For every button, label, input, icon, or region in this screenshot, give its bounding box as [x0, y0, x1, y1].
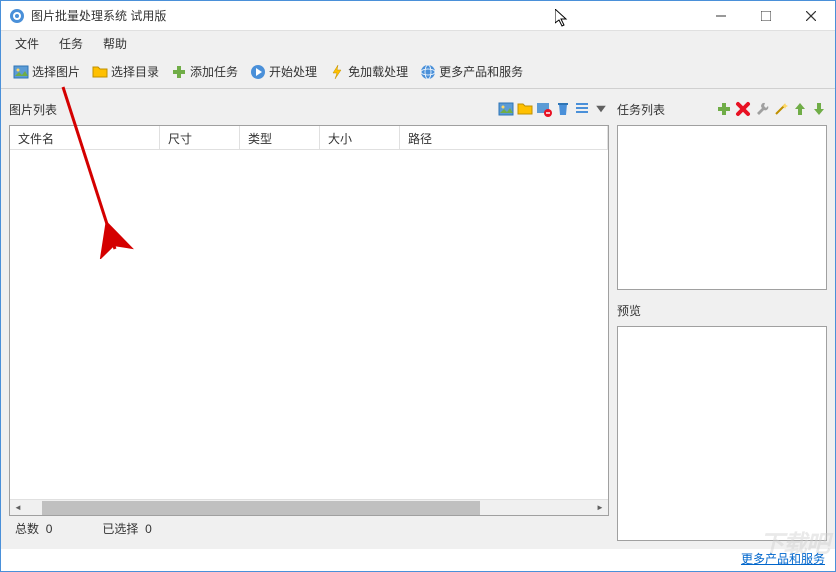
window-title: 图片批量处理系统 试用版 [31, 7, 698, 24]
start-process-button[interactable]: 开始处理 [246, 60, 321, 83]
scroll-left-icon[interactable]: ◄ [10, 500, 26, 516]
select-folder-button[interactable]: 选择目录 [88, 60, 163, 83]
footer-link[interactable]: 更多产品和服务 [741, 550, 825, 567]
close-button[interactable] [788, 2, 833, 30]
more-products-button[interactable]: 更多产品和服务 [416, 60, 527, 83]
arrow-down-icon[interactable] [811, 101, 827, 117]
wrench-icon[interactable] [754, 101, 770, 117]
titlebar: 图片批量处理系统 试用版 [1, 1, 835, 31]
plus-icon [171, 64, 187, 80]
toolbar: 选择图片 选择目录 添加任务 开始处理 免加载处理 更多产品和服务 [1, 55, 835, 89]
selected-label: 已选择 [102, 522, 138, 536]
list-view-icon[interactable] [574, 101, 590, 117]
task-list-body[interactable] [617, 125, 827, 290]
menu-file[interactable]: 文件 [5, 32, 49, 55]
select-images-button[interactable]: 选择图片 [9, 60, 84, 83]
delete-icon[interactable] [735, 101, 751, 117]
lightning-icon [329, 64, 345, 80]
remove-image-icon[interactable] [536, 101, 552, 117]
add-task-button[interactable]: 添加任务 [167, 60, 242, 83]
add-task-label: 添加任务 [190, 63, 238, 80]
task-list-title: 任务列表 [617, 101, 665, 118]
menu-help[interactable]: 帮助 [93, 32, 137, 55]
dropdown-icon[interactable] [593, 101, 609, 117]
preview-title: 预览 [617, 302, 641, 319]
minimize-button[interactable] [698, 2, 743, 30]
column-filesize[interactable]: 大小 [320, 126, 400, 149]
image-icon[interactable] [498, 101, 514, 117]
no-load-process-label: 免加载处理 [348, 63, 408, 80]
globe-icon [420, 64, 436, 80]
scrollbar-thumb[interactable] [42, 501, 480, 515]
start-process-label: 开始处理 [269, 63, 317, 80]
select-folder-label: 选择目录 [111, 63, 159, 80]
folder-icon [92, 64, 108, 80]
no-load-process-button[interactable]: 免加载处理 [325, 60, 412, 83]
preview-area [617, 326, 827, 541]
app-icon [9, 8, 25, 24]
image-list-toolbar [498, 101, 609, 117]
trash-icon[interactable] [555, 101, 571, 117]
maximize-button[interactable] [743, 2, 788, 30]
file-list: 文件名 尺寸 类型 大小 路径 ◄ ► [9, 125, 609, 516]
menu-task[interactable]: 任务 [49, 32, 93, 55]
status-bar: 总数 0 已选择 0 [9, 516, 609, 541]
total-value: 0 [46, 522, 53, 536]
wand-icon[interactable] [773, 101, 789, 117]
selected-value: 0 [145, 522, 152, 536]
scroll-right-icon[interactable]: ► [592, 500, 608, 516]
play-icon [250, 64, 266, 80]
arrow-up-icon[interactable] [792, 101, 808, 117]
column-path[interactable]: 路径 [400, 126, 608, 149]
column-type[interactable]: 类型 [240, 126, 320, 149]
horizontal-scrollbar[interactable]: ◄ ► [10, 499, 608, 515]
column-size[interactable]: 尺寸 [160, 126, 240, 149]
folder-icon[interactable] [517, 101, 533, 117]
total-label: 总数 [15, 522, 39, 536]
file-list-header: 文件名 尺寸 类型 大小 路径 [10, 126, 608, 150]
menubar: 文件 任务 帮助 [1, 31, 835, 55]
image-list-title: 图片列表 [9, 101, 57, 118]
file-list-body[interactable] [10, 150, 608, 499]
add-icon[interactable] [716, 101, 732, 117]
select-images-label: 选择图片 [32, 63, 80, 80]
task-list-toolbar [716, 101, 827, 117]
column-filename[interactable]: 文件名 [10, 126, 160, 149]
image-icon [13, 64, 29, 80]
more-products-label: 更多产品和服务 [439, 63, 523, 80]
